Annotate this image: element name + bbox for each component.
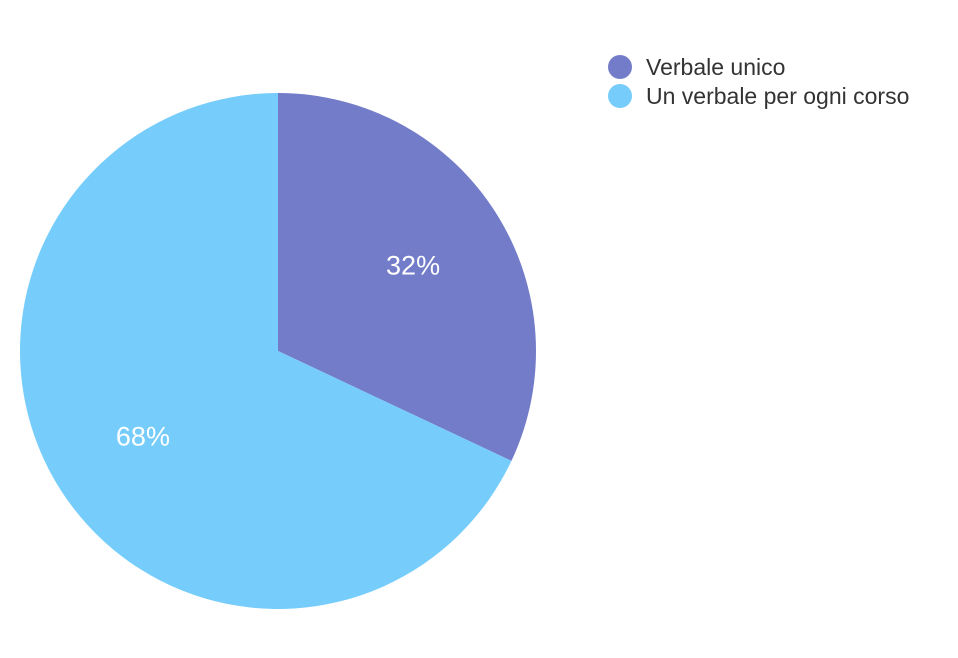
- pie-slices: [20, 93, 536, 609]
- legend-label-verbale-unico: Verbale unico: [646, 54, 785, 80]
- slice-label-verbale-unico: 32%: [386, 250, 440, 280]
- slice-label-un-verbale-per-ogni-corso: 68%: [116, 422, 170, 452]
- legend-item-verbale-unico[interactable]: Verbale unico: [608, 54, 785, 80]
- pie-chart: 32% 68% Verbale unico Un verbale per ogni …: [20, 54, 909, 609]
- legend: Verbale unico Un verbale per ogni corso: [608, 54, 909, 109]
- legend-swatch-verbale-unico: [608, 55, 632, 79]
- legend-item-un-verbale-per-ogni-corso[interactable]: Un verbale per ogni corso: [608, 83, 909, 109]
- legend-swatch-un-verbale-per-ogni-corso: [608, 84, 632, 108]
- legend-label-un-verbale-per-ogni-corso: Un verbale per ogni corso: [646, 83, 909, 109]
